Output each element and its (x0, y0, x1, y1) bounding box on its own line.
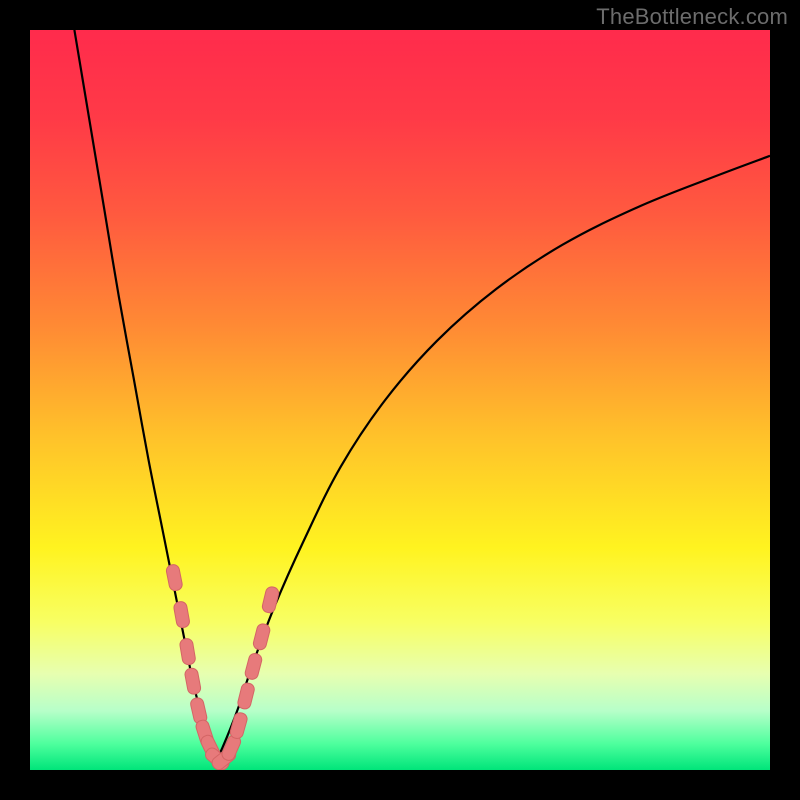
chart-svg (30, 30, 770, 770)
watermark-text: TheBottleneck.com (596, 4, 788, 30)
marker-lozenge (237, 682, 256, 710)
marker-group (165, 564, 279, 770)
marker-lozenge (261, 586, 280, 614)
plot-area (30, 30, 770, 770)
marker-lozenge (252, 623, 271, 651)
marker-lozenge (173, 601, 190, 629)
curve-right-branch (215, 156, 770, 763)
marker-lozenge (179, 638, 196, 666)
marker-lozenge (244, 652, 263, 680)
marker-lozenge (229, 711, 249, 740)
marker-lozenge (165, 564, 183, 592)
outer-frame: TheBottleneck.com (0, 0, 800, 800)
marker-lozenge (184, 667, 202, 695)
